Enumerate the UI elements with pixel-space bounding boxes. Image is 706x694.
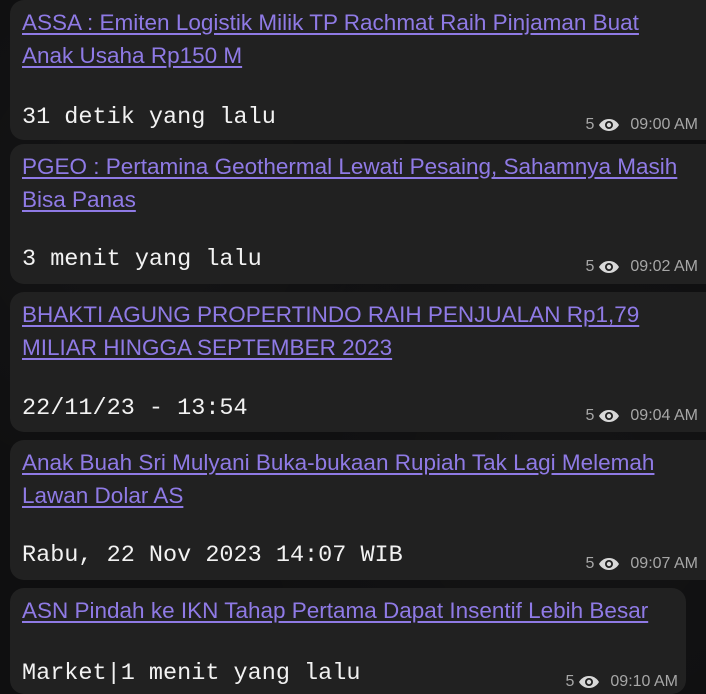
message-bubble: PGEO : Pertamina Geothermal Lewati Pesai… [10, 144, 706, 284]
message-meta: 5 09:00 AM [585, 116, 698, 134]
view-count: 5 [585, 116, 595, 133]
view-count: 5 [585, 258, 595, 275]
message-subtitle: 22/11/23 - 13:54 [22, 395, 248, 422]
message-meta: 5 09:10 AM [565, 673, 678, 691]
view-count: 5 [585, 407, 595, 424]
message-subtitle: Rabu, 22 Nov 2023 14:07 WIB [22, 542, 403, 569]
message-time: 09:02 AM [630, 258, 698, 275]
message-bubble: ASN Pindah ke IKN Tahap Pertama Dapat In… [10, 588, 686, 694]
message-meta: 5 09:02 AM [585, 258, 698, 276]
message-headline-link[interactable]: BHAKTI AGUNG PROPERTINDO RAIH PENJUALAN … [22, 298, 694, 364]
eye-icon [598, 408, 620, 424]
message-time: 09:10 AM [610, 673, 678, 690]
message-headline-link[interactable]: ASN Pindah ke IKN Tahap Pertama Dapat In… [22, 594, 694, 627]
message-bubble: BHAKTI AGUNG PROPERTINDO RAIH PENJUALAN … [10, 292, 706, 432]
eye-icon [598, 117, 620, 133]
message-time: 09:04 AM [630, 407, 698, 424]
message-subtitle: Market|1 menit yang lalu [22, 660, 361, 687]
message-headline-link[interactable]: PGEO : Pertamina Geothermal Lewati Pesai… [22, 150, 694, 216]
message-meta: 5 09:07 AM [585, 555, 698, 573]
message-headline-link[interactable]: ASSA : Emiten Logistik Milik TP Rachmat … [22, 6, 694, 72]
view-count: 5 [585, 555, 595, 572]
view-count: 5 [565, 673, 575, 690]
eye-icon [598, 556, 620, 572]
message-headline-link[interactable]: Anak Buah Sri Mulyani Buka-bukaan Rupiah… [22, 446, 694, 512]
message-feed: ASSA : Emiten Logistik Milik TP Rachmat … [0, 0, 706, 694]
message-time: 09:07 AM [630, 555, 698, 572]
eye-icon [578, 674, 600, 690]
message-bubble: ASSA : Emiten Logistik Milik TP Rachmat … [10, 0, 706, 140]
message-time: 09:00 AM [630, 116, 698, 133]
message-meta: 5 09:04 AM [585, 407, 698, 425]
message-subtitle: 31 detik yang lalu [22, 104, 276, 131]
eye-icon [598, 259, 620, 275]
message-bubble: Anak Buah Sri Mulyani Buka-bukaan Rupiah… [10, 440, 706, 580]
message-subtitle: 3 menit yang lalu [22, 246, 262, 273]
